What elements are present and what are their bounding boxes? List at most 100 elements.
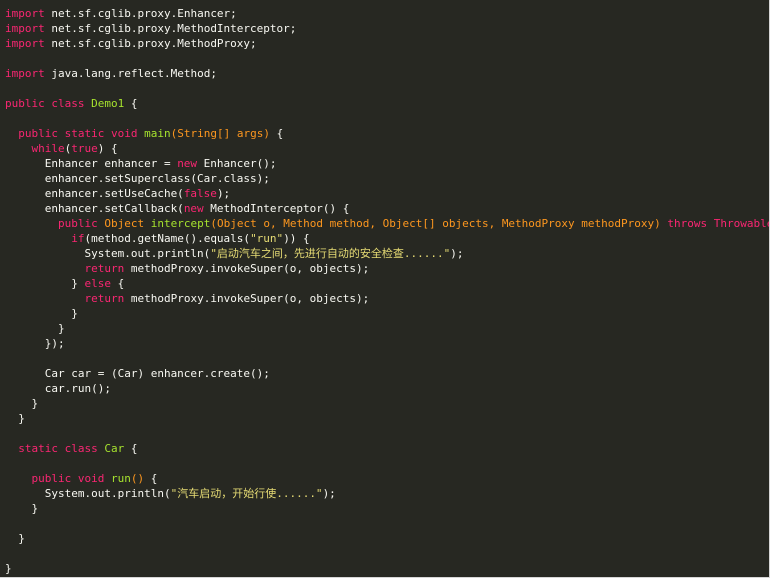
code-token: throws [667,217,708,230]
code-token: { [144,472,158,485]
code-line: } else { [5,276,769,291]
code-token: while [31,142,65,155]
code-token: if [71,232,85,245]
code-line: public Object intercept(Object o, Method… [5,216,770,231]
code-token: enhancer.setUseCache( [5,187,184,200]
code-line: enhancer.setUseCache(false); [5,186,769,201]
code-token: net.sf.cglib.proxy.MethodProxy; [44,37,257,50]
code-token: Object [104,217,145,230]
code-token: true [71,142,98,155]
code-token: ) [654,217,661,230]
code-token: { [124,97,138,110]
code-line: static class Car { [5,441,769,456]
code-token: ) { [97,142,118,155]
code-token: public class [5,97,85,110]
code-token: , [488,217,502,230]
code-line: enhancer.setSuperclass(Car.class); [5,171,769,186]
code-line: } [5,561,769,576]
code-line: return methodProxy.invokeSuper(o, object… [5,261,769,276]
code-token: public static void [18,127,138,140]
code-token: } [5,277,85,290]
code-token: ); [450,247,464,260]
code-token: "run" [250,232,284,245]
code-token: } [5,307,78,320]
code-token: "启动汽车之间，先进行自动的安全检查......" [210,247,451,260]
code-token: Car [104,442,125,455]
code-token: objects [442,217,489,230]
code-line: enhancer.setCallback(new MethodIntercept… [5,201,769,216]
code-token: System.out.println( [5,247,211,260]
code-token: System.out.println( [5,487,171,500]
code-token: Throwable [713,217,770,230]
code-token: import [5,67,45,80]
code-token: main [144,127,171,140]
code-token: "汽车启动，开始行使......" [170,487,323,500]
code-line: } [5,396,769,411]
code-token: , [369,217,383,230]
code-token: Enhancer(); [197,157,277,170]
code-line: while(true) { [5,141,769,156]
code-token: } [5,322,65,335]
code-token: static class [18,442,98,455]
code-token: public [57,217,98,230]
code-token: Enhancer enhancer = [5,157,178,170]
code-token: car.run(); [5,382,111,395]
code-editor[interactable]: import net.sf.cglib.proxy.Enhancer; impor… [0,0,770,578]
code-line: public void run() { [5,471,769,486]
code-line: } [5,321,769,336]
code-token: import [5,7,45,20]
code-line: return methodProxy.invokeSuper(o, object… [5,291,769,306]
code-line: public class Demo1 { [5,96,769,111]
code-line: import net.sf.cglib.proxy.Enhancer; [5,6,769,21]
code-token: { [110,277,125,290]
code-token: Object [216,217,257,230]
code-token: method [329,217,370,230]
code-line: Enhancer enhancer = new Enhancer(); [5,156,769,171]
code-line: public static void main(String[] args) { [5,126,769,141]
code-line: import net.sf.cglib.proxy.MethodProxy; [5,36,769,51]
code-token: } [5,532,25,545]
code-token: Method [283,217,323,230]
code-line: } [5,531,769,546]
code-token: return [84,262,125,275]
code-token: methodProxy.invokeSuper(o, objects); [124,292,370,305]
code-token: public void [31,472,105,485]
code-token: new [183,202,204,215]
code-line: Car car = (Car) enhancer.create(); [5,366,769,381]
code-token: false [183,187,217,200]
code-token: args [236,127,264,140]
code-block[interactable]: import net.sf.cglib.proxy.Enhancer; impor… [5,6,770,576]
code-token: ); [322,487,336,500]
code-token: new [177,157,198,170]
code-token: import [5,22,45,35]
code-token: } [5,412,25,425]
code-line: } [5,411,769,426]
code-token: Car car = (Car) enhancer.create(); [5,367,270,380]
code-line: import java.lang.reflect.Method; [5,66,769,81]
code-token: } [5,502,39,515]
code-token: ); [216,187,231,200]
code-token: Object[] [382,217,436,230]
code-token: o [263,217,270,230]
code-token: net.sf.cglib.proxy.MethodInterceptor; [44,22,297,35]
code-line: } [5,501,769,516]
code-token: import [5,37,45,50]
code-token: { [124,442,138,455]
code-token: )) { [283,232,310,245]
